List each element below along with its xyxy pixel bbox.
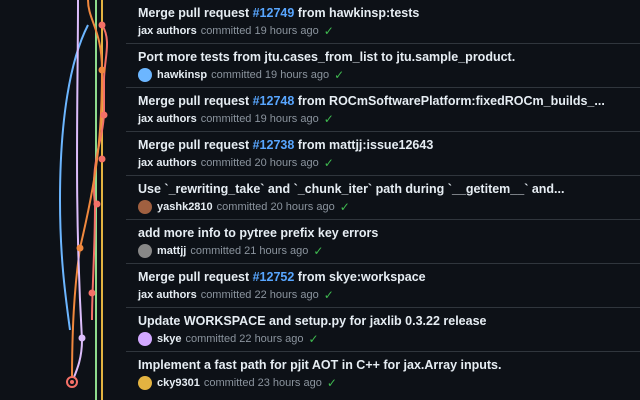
commit-meta: yashk2810 committed 20 hours ago ✓ [138,200,350,214]
author-link[interactable]: jax authors [138,25,197,37]
commit-row[interactable]: Merge pull request #12752 from skye:work… [126,264,640,308]
commit-row[interactable]: Use `_rewriting_take` and `_chunk_iter` … [126,176,640,220]
commit-time: committed 23 hours ago [203,377,322,389]
author-link[interactable]: jax authors [138,289,197,301]
commit-row[interactable]: Update WORKSPACE and setup.py for jaxlib… [126,308,640,352]
author-link[interactable]: hawkinsp [157,69,207,81]
check-icon[interactable]: ✓ [324,156,334,170]
commit-title[interactable]: Merge pull request #12748 from ROCmSoftw… [138,94,605,108]
check-icon[interactable]: ✓ [309,332,319,346]
graph-node [78,334,86,342]
check-icon[interactable]: ✓ [340,200,350,214]
commit-row[interactable]: Merge pull request #12749 from hawkinsp:… [126,0,640,44]
commit-meta: jax authors committed 19 hours ago ✓ [138,24,334,38]
author-link[interactable]: yashk2810 [157,201,213,213]
commit-meta: jax authors committed 22 hours ago ✓ [138,288,334,302]
graph-node [88,289,96,297]
author-link[interactable]: jax authors [138,113,197,125]
avatar[interactable] [138,200,152,214]
author-link[interactable]: jax authors [138,157,197,169]
commit-meta: jax authors committed 20 hours ago ✓ [138,156,334,170]
commit-graph [58,0,109,400]
graph-node [100,111,108,119]
commit-time: committed 20 hours ago [200,157,319,169]
author-link[interactable]: skye [157,333,181,345]
avatar[interactable] [138,332,152,346]
avatar[interactable] [138,376,152,390]
commit-time: committed 22 hours ago [200,289,319,301]
pr-link[interactable]: #12749 [253,6,295,20]
commit-meta: cky9301 committed 23 hours ago ✓ [138,376,337,390]
graph-line-blue [58,24,89,331]
commit-row[interactable]: Implement a fast path for pjit AOT in C+… [126,352,640,396]
author-link[interactable]: mattjj [157,245,186,257]
check-icon[interactable]: ✓ [334,68,344,82]
pr-link[interactable]: #12752 [253,270,295,284]
commit-title[interactable]: add more info to pytree prefix key error… [138,226,378,240]
author-link[interactable]: cky9301 [157,377,200,389]
commit-title[interactable]: Merge pull request #12752 from skye:work… [138,270,426,284]
commit-meta: mattjj committed 21 hours ago ✓ [138,244,323,258]
commit-time: committed 22 hours ago [185,333,304,345]
graph-node [76,244,84,252]
check-icon[interactable]: ✓ [327,376,337,390]
commit-row[interactable]: Port more tests from jtu.cases_from_list… [126,44,640,88]
commit-meta: hawkinsp committed 19 hours ago ✓ [138,68,344,82]
commit-time: committed 19 hours ago [200,25,319,37]
check-icon[interactable]: ✓ [324,24,334,38]
graph-node [98,66,106,74]
avatar[interactable] [138,244,152,258]
commit-meta: jax authors committed 19 hours ago ✓ [138,112,334,126]
graph-node [98,21,106,29]
commit-row[interactable]: add more info to pytree prefix key error… [126,220,640,264]
commit-row[interactable]: Merge pull request #12748 from ROCmSoftw… [126,88,640,132]
commit-time: committed 19 hours ago [200,113,319,125]
pr-link[interactable]: #12748 [253,94,295,108]
commit-title[interactable]: Merge pull request #12738 from mattjj:is… [138,138,433,152]
commit-time: committed 20 hours ago [216,201,335,213]
check-icon[interactable]: ✓ [324,112,334,126]
graph-node [93,200,101,208]
commit-title[interactable]: Port more tests from jtu.cases_from_list… [138,50,515,64]
commit-time: committed 19 hours ago [211,69,330,81]
avatar[interactable] [138,68,152,82]
commit-title[interactable]: Merge pull request #12749 from hawkinsp:… [138,6,419,20]
graph-node [98,155,106,163]
commit-time: committed 21 hours ago [190,245,309,257]
check-icon[interactable]: ✓ [324,288,334,302]
commit-list: Merge pull request #12749 from hawkinsp:… [126,0,640,400]
commit-title[interactable]: Use `_rewriting_take` and `_chunk_iter` … [138,182,564,196]
commit-title[interactable]: Implement a fast path for pjit AOT in C+… [138,358,501,372]
commit-title[interactable]: Update WORKSPACE and setup.py for jaxlib… [138,314,486,328]
check-icon[interactable]: ✓ [313,244,323,258]
commit-meta: skye committed 22 hours ago ✓ [138,332,319,346]
pr-link[interactable]: #12738 [253,138,295,152]
commit-row[interactable]: Merge pull request #12738 from mattjj:is… [126,132,640,176]
